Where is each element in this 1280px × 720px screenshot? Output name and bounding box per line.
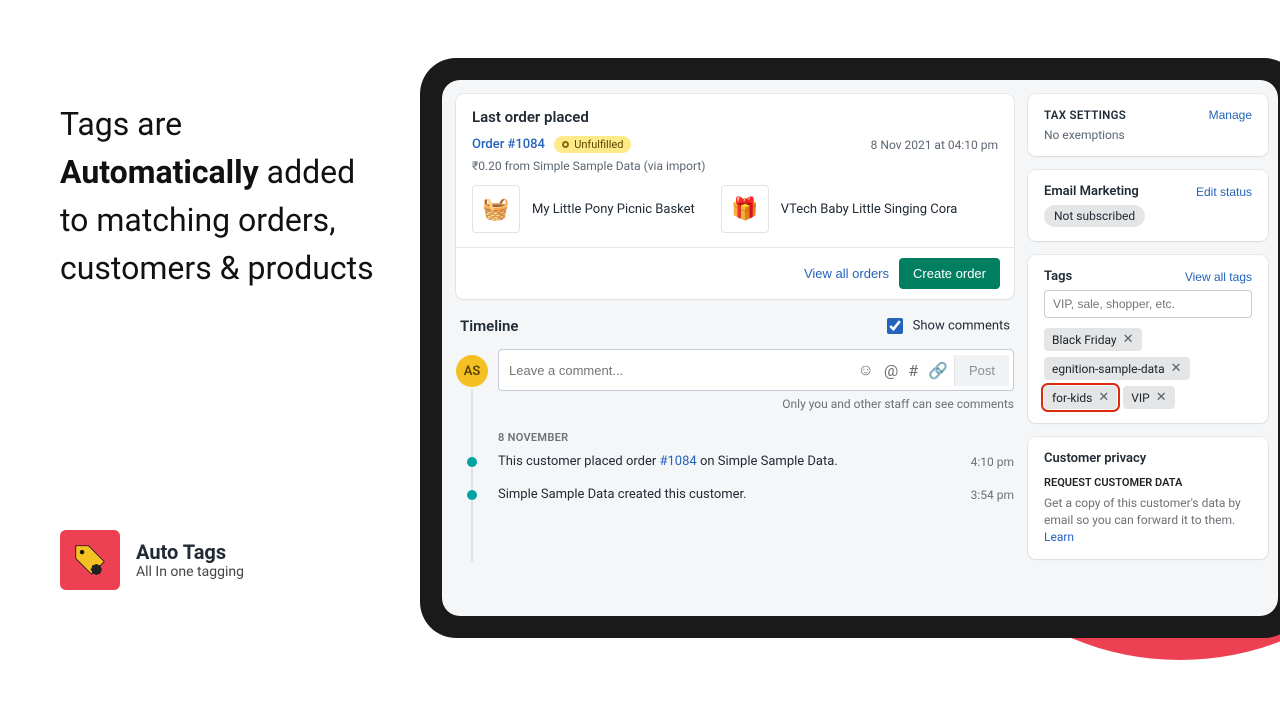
- timeline-day: 8 NOVEMBER: [498, 431, 1014, 444]
- attachment-icon[interactable]: 🔗: [928, 361, 948, 380]
- learn-more-link[interactable]: Learn: [1044, 530, 1074, 544]
- tag-label: VIP: [1131, 391, 1149, 405]
- create-order-button[interactable]: Create order: [899, 258, 1000, 289]
- tag-chip[interactable]: Black Friday ✕: [1044, 328, 1142, 351]
- timeline-line: [471, 389, 473, 562]
- post-button[interactable]: Post: [954, 355, 1009, 386]
- tag-label: egnition-sample-data: [1052, 362, 1165, 376]
- timeline-item: This customer placed order #1084 on Simp…: [498, 454, 1014, 469]
- timeline-time: 3:54 pm: [971, 488, 1014, 502]
- timeline-dot-icon: [467, 490, 477, 500]
- tag-icon: [71, 541, 109, 579]
- timeline-time: 4:10 pm: [971, 455, 1014, 469]
- comment-hint: Only you and other staff can see comment…: [498, 397, 1014, 411]
- product-name: My Little Pony Picnic Basket: [532, 202, 695, 217]
- product-item: 🧺 My Little Pony Picnic Basket: [472, 185, 695, 233]
- tag-input[interactable]: [1044, 290, 1252, 318]
- show-comments-checkbox[interactable]: [887, 318, 903, 334]
- comment-input[interactable]: [509, 354, 851, 386]
- order-ref-link[interactable]: #1084: [660, 454, 697, 469]
- last-order-card: Last order placed Order #1084 Unfulfille…: [456, 94, 1014, 299]
- tag-label: Black Friday: [1052, 333, 1117, 347]
- tag-chip[interactable]: VIP ✕: [1123, 386, 1174, 409]
- tag-chip[interactable]: egnition-sample-data ✕: [1044, 357, 1190, 380]
- timeline-dot-icon: [467, 457, 477, 467]
- headline-line-1: Tags are: [60, 105, 182, 143]
- timeline-item: Simple Sample Data created this customer…: [498, 487, 1014, 502]
- avatar: AS: [456, 355, 488, 387]
- device-frame: Last order placed Order #1084 Unfulfille…: [420, 58, 1280, 638]
- product-item: 🎁 VTech Baby Little Singing Cora: [721, 185, 958, 233]
- fulfillment-status: Unfulfilled: [554, 136, 631, 153]
- view-all-orders-link[interactable]: View all orders: [804, 266, 889, 281]
- tag-chip[interactable]: for-kids ✕: [1044, 386, 1117, 409]
- emoji-icon[interactable]: ☺: [857, 360, 873, 380]
- product-thumb: 🧺: [472, 185, 520, 233]
- view-all-tags-link[interactable]: View all tags: [1185, 270, 1252, 284]
- email-title: Email Marketing: [1044, 184, 1139, 199]
- timeline-title: Timeline: [460, 317, 518, 335]
- edit-status-link[interactable]: Edit status: [1196, 185, 1252, 199]
- remove-tag-icon[interactable]: ✕: [1098, 390, 1109, 405]
- tax-settings-card: TAX SETTINGS Manage No exemptions: [1028, 94, 1268, 156]
- email-marketing-card: Email Marketing Edit status Not subscrib…: [1028, 170, 1268, 241]
- status-dot-icon: [562, 141, 569, 148]
- tags-title: Tags: [1044, 269, 1072, 284]
- comment-input-box[interactable]: ☺ @ # 🔗 Post: [498, 349, 1014, 391]
- app-name: Auto Tags: [136, 540, 244, 564]
- subscription-status: Not subscribed: [1044, 205, 1145, 227]
- tag-label: for-kids: [1052, 391, 1092, 405]
- admin-screen: Last order placed Order #1084 Unfulfille…: [442, 80, 1278, 616]
- order-summary: ₹0.20 from Simple Sample Data (via impor…: [472, 159, 998, 173]
- app-badge: Auto Tags All In one tagging: [60, 530, 244, 590]
- remove-tag-icon[interactable]: ✕: [1156, 390, 1167, 405]
- tax-value: No exemptions: [1044, 128, 1252, 142]
- last-order-title: Last order placed: [472, 108, 998, 126]
- manage-tax-link[interactable]: Manage: [1209, 108, 1252, 122]
- privacy-text: Get a copy of this customer's data by em…: [1044, 496, 1241, 527]
- app-tagline: All In one tagging: [136, 564, 244, 580]
- product-thumb: 🎁: [721, 185, 769, 233]
- app-icon: [60, 530, 120, 590]
- remove-tag-icon[interactable]: ✕: [1123, 332, 1134, 347]
- product-name: VTech Baby Little Singing Cora: [781, 202, 958, 217]
- privacy-title: Customer privacy: [1044, 451, 1252, 466]
- order-date: 8 Nov 2021 at 04:10 pm: [871, 138, 998, 152]
- hashtag-icon[interactable]: #: [908, 361, 918, 380]
- headline: Tags are Automatically added to matching…: [60, 100, 380, 292]
- headline-line-2: Automatically: [60, 153, 259, 191]
- mention-icon[interactable]: @: [884, 361, 898, 380]
- show-comments-toggle[interactable]: Show comments: [887, 318, 1010, 334]
- tags-card: Tags View all tags Black Friday✕egnition…: [1028, 255, 1268, 423]
- privacy-subtitle: REQUEST CUSTOMER DATA: [1044, 476, 1252, 489]
- tax-title: TAX SETTINGS: [1044, 108, 1126, 122]
- customer-privacy-card: Customer privacy REQUEST CUSTOMER DATA G…: [1028, 437, 1268, 559]
- remove-tag-icon[interactable]: ✕: [1171, 361, 1182, 376]
- order-link[interactable]: Order #1084: [472, 137, 545, 152]
